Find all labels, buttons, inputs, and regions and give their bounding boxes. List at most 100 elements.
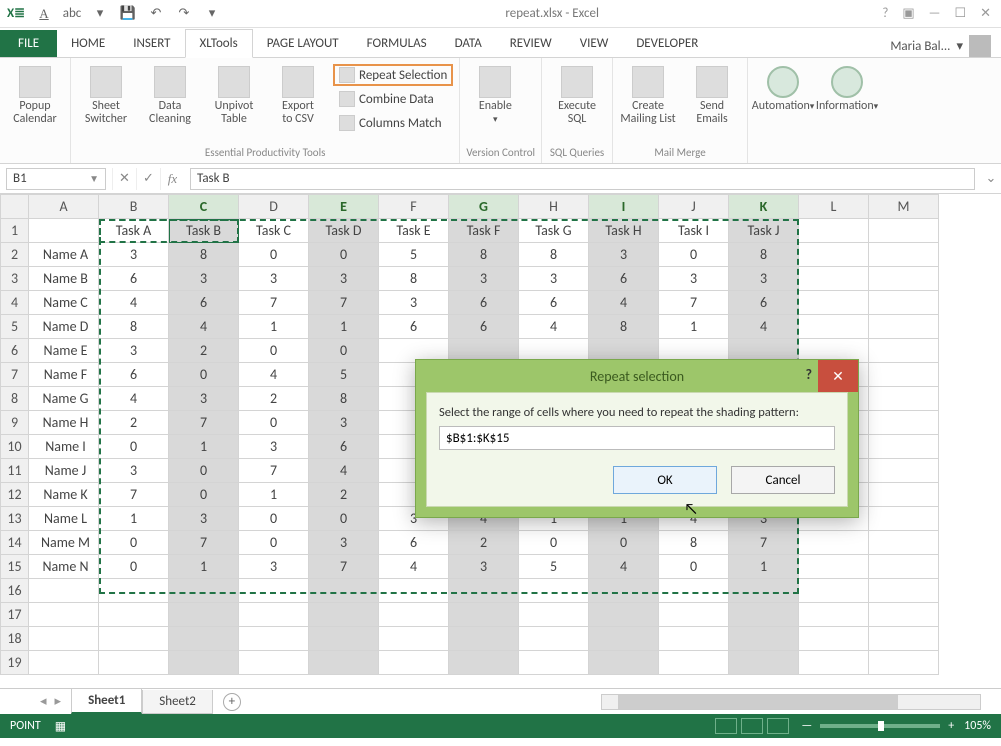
row-header-5[interactable]: 5: [1, 315, 29, 339]
cell-D17[interactable]: [239, 603, 309, 627]
columns-match-button[interactable]: Columns Match: [333, 112, 453, 134]
cell-F5[interactable]: 6: [379, 315, 449, 339]
cell-I3[interactable]: 6: [589, 267, 659, 291]
cell-G2[interactable]: 8: [449, 243, 519, 267]
col-header-L[interactable]: L: [799, 195, 869, 219]
maximize-icon[interactable]: ☐: [954, 6, 966, 21]
cell-C1[interactable]: Task B: [169, 219, 239, 243]
tab-page-layout[interactable]: PAGE LAYOUT: [253, 30, 353, 57]
tab-xltools[interactable]: XLTools: [185, 29, 253, 58]
cell-M5[interactable]: [869, 315, 939, 339]
cell-E18[interactable]: [309, 627, 379, 651]
cell-C10[interactable]: 1: [169, 435, 239, 459]
cell-B13[interactable]: 1: [99, 507, 169, 531]
col-header-D[interactable]: D: [239, 195, 309, 219]
col-header-B[interactable]: B: [99, 195, 169, 219]
row-header-2[interactable]: 2: [1, 243, 29, 267]
font-icon[interactable]: A: [34, 4, 54, 24]
combine-data-button[interactable]: Combine Data: [333, 88, 453, 110]
tab-data[interactable]: DATA: [441, 30, 496, 57]
cell-C17[interactable]: [169, 603, 239, 627]
cell-J15[interactable]: 0: [659, 555, 729, 579]
cell-I5[interactable]: 8: [589, 315, 659, 339]
cell-D7[interactable]: 4: [239, 363, 309, 387]
cell-G3[interactable]: 3: [449, 267, 519, 291]
row-header-8[interactable]: 8: [1, 387, 29, 411]
cell-M6[interactable]: [869, 339, 939, 363]
cell-H1[interactable]: Task G: [519, 219, 589, 243]
cell-M18[interactable]: [869, 627, 939, 651]
col-header-C[interactable]: C: [169, 195, 239, 219]
tab-insert[interactable]: INSERT: [119, 30, 184, 57]
cancel-button[interactable]: Cancel: [731, 466, 835, 494]
cell-F3[interactable]: 8: [379, 267, 449, 291]
cell-H2[interactable]: 8: [519, 243, 589, 267]
row-header-18[interactable]: 18: [1, 627, 29, 651]
cell-F4[interactable]: 3: [379, 291, 449, 315]
col-header-A[interactable]: A: [29, 195, 99, 219]
col-header-M[interactable]: M: [869, 195, 939, 219]
cell-E12[interactable]: 2: [309, 483, 379, 507]
cell-B4[interactable]: 4: [99, 291, 169, 315]
cell-M2[interactable]: [869, 243, 939, 267]
cell-E7[interactable]: 5: [309, 363, 379, 387]
cell-C18[interactable]: [169, 627, 239, 651]
tab-file[interactable]: FILE: [0, 30, 57, 57]
close-window-icon[interactable]: ✕: [980, 6, 991, 21]
cell-A3[interactable]: Name B: [29, 267, 99, 291]
cell-D10[interactable]: 3: [239, 435, 309, 459]
cell-L16[interactable]: [799, 579, 869, 603]
cell-C15[interactable]: 1: [169, 555, 239, 579]
cell-H15[interactable]: 5: [519, 555, 589, 579]
cell-L15[interactable]: [799, 555, 869, 579]
cell-E9[interactable]: 3: [309, 411, 379, 435]
tab-view[interactable]: VIEW: [566, 30, 623, 57]
account-area[interactable]: Maria Bal... ▾: [890, 35, 1001, 57]
sheet-tab-2[interactable]: Sheet2: [142, 690, 213, 714]
cell-A14[interactable]: Name M: [29, 531, 99, 555]
cell-A18[interactable]: [29, 627, 99, 651]
cell-H3[interactable]: 3: [519, 267, 589, 291]
cell-C14[interactable]: 7: [169, 531, 239, 555]
cell-E6[interactable]: 0: [309, 339, 379, 363]
row-header-16[interactable]: 16: [1, 579, 29, 603]
cell-F14[interactable]: 6: [379, 531, 449, 555]
cell-E4[interactable]: 7: [309, 291, 379, 315]
macro-record-icon[interactable]: ▦: [55, 719, 66, 734]
cell-D16[interactable]: [239, 579, 309, 603]
row-header-4[interactable]: 4: [1, 291, 29, 315]
cell-C7[interactable]: 0: [169, 363, 239, 387]
cell-A16[interactable]: [29, 579, 99, 603]
col-header-H[interactable]: H: [519, 195, 589, 219]
cell-M3[interactable]: [869, 267, 939, 291]
cell-J14[interactable]: 8: [659, 531, 729, 555]
cell-H18[interactable]: [519, 627, 589, 651]
help-icon[interactable]: ?: [882, 6, 888, 21]
cell-A2[interactable]: Name A: [29, 243, 99, 267]
row-header-13[interactable]: 13: [1, 507, 29, 531]
cell-F2[interactable]: 5: [379, 243, 449, 267]
repeat-selection-button[interactable]: Repeat Selection: [333, 64, 453, 86]
cell-F17[interactable]: [379, 603, 449, 627]
cell-G17[interactable]: [449, 603, 519, 627]
cell-B8[interactable]: 4: [99, 387, 169, 411]
cell-G19[interactable]: [449, 651, 519, 675]
minimize-icon[interactable]: —: [929, 6, 941, 21]
cell-A17[interactable]: [29, 603, 99, 627]
export-csv-button[interactable]: Exportto CSV: [269, 62, 327, 126]
cell-K16[interactable]: [729, 579, 799, 603]
fx-icon[interactable]: fx: [160, 168, 184, 190]
cell-E10[interactable]: 6: [309, 435, 379, 459]
cell-D15[interactable]: 3: [239, 555, 309, 579]
cell-D12[interactable]: 1: [239, 483, 309, 507]
cell-F16[interactable]: [379, 579, 449, 603]
cell-D2[interactable]: 0: [239, 243, 309, 267]
cell-I14[interactable]: 0: [589, 531, 659, 555]
send-emails-button[interactable]: SendEmails: [683, 62, 741, 126]
cell-C12[interactable]: 0: [169, 483, 239, 507]
cell-H16[interactable]: [519, 579, 589, 603]
cell-J1[interactable]: Task I: [659, 219, 729, 243]
undo-icon[interactable]: ↶: [146, 4, 166, 24]
col-header-I[interactable]: I: [589, 195, 659, 219]
cell-D1[interactable]: Task C: [239, 219, 309, 243]
